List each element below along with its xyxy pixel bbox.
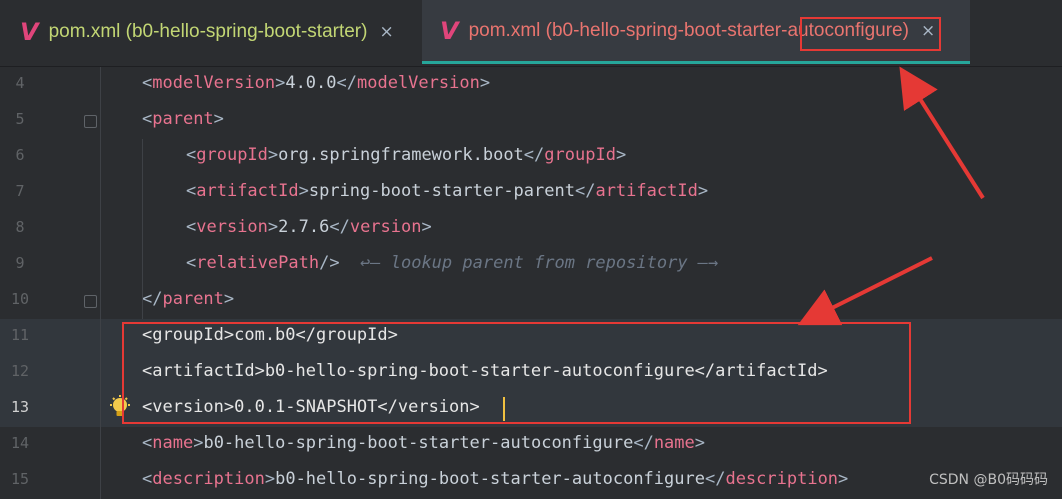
annotation-arrow [899,66,985,200]
annotation-arrows [797,66,985,326]
annotation-arrow [797,256,933,326]
watermark: CSDN @B0码码码 [929,472,1048,488]
